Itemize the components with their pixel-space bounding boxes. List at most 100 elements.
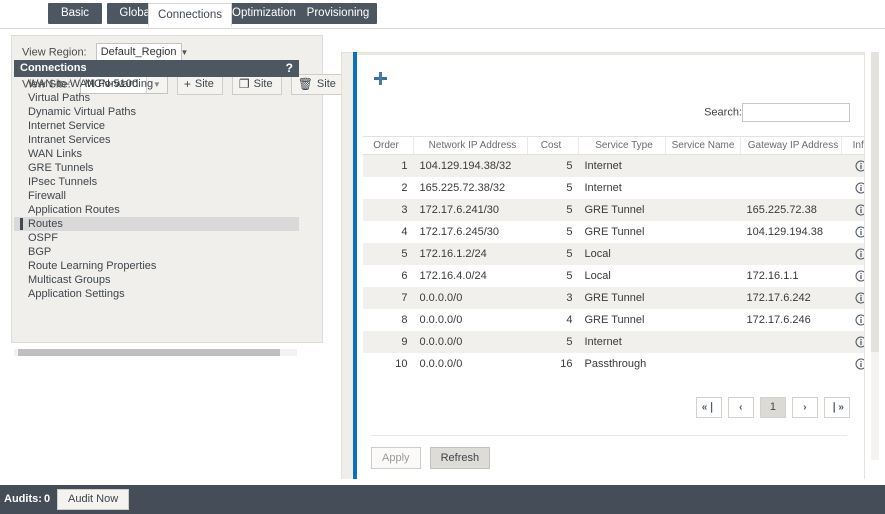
audits-count: 0 [44, 493, 51, 505]
cell-gateway-ip: 172.17.6.246 [740, 309, 842, 331]
sidebar-item-label: WAN-to-WAN Forwarding [28, 78, 154, 90]
scrollbar-thumb[interactable] [18, 349, 280, 356]
routes-card: Search: Order Network IP Address Cost Se… [357, 54, 865, 482]
table-row[interactable]: 10 0.0.0.0/0 16 Passthrough [363, 353, 864, 375]
search-row: Search: [704, 103, 850, 122]
info-icon[interactable] [855, 248, 864, 260]
sidebar-item-virtual-paths[interactable]: Virtual Paths [14, 91, 299, 105]
sidebar-item-internet-service[interactable]: Internet Service [14, 119, 299, 133]
cell-service-name [665, 221, 741, 243]
sidebar-item-ipsec-tunnels[interactable]: IPsec Tunnels [14, 175, 299, 189]
cell-service-name [665, 199, 741, 221]
sidebar-item-gre-tunnels[interactable]: GRE Tunnels [14, 161, 299, 175]
column-header-order[interactable]: Order [363, 136, 414, 155]
cell-network-ip: 172.17.6.245/30 [413, 221, 528, 243]
column-header-service-name[interactable]: Service Name [665, 136, 741, 155]
sidebar-item-wan-links[interactable]: WAN Links [14, 147, 299, 161]
cell-network-ip: 172.16.1.2/24 [413, 243, 528, 265]
chevron-down-icon: ▼ [180, 48, 189, 57]
cell-order: 4 [363, 221, 414, 243]
page-vertical-scrollbar[interactable] [871, 52, 879, 460]
sidebar-item-intranet-services[interactable]: Intranet Services [14, 133, 299, 147]
sidebar-item-route-learning-properties[interactable]: Route Learning Properties [14, 259, 299, 273]
routes-table-header: Order Network IP Address Cost Service Ty… [363, 136, 864, 155]
sidebar-item-bgp[interactable]: BGP [14, 245, 299, 259]
sidebar-item-routes[interactable]: Routes [14, 217, 299, 231]
sidebar-item-dynamic-virtual-paths[interactable]: Dynamic Virtual Paths [14, 105, 299, 119]
cell-order: 1 [363, 154, 414, 177]
trash-icon: 🗑 [297, 77, 313, 91]
table-row[interactable]: 8 0.0.0.0/0 4 GRE Tunnel 172.17.6.246 [363, 309, 864, 331]
routes-content-panel: Search: Order Network IP Address Cost Se… [341, 52, 869, 484]
column-header-cost[interactable]: Cost [527, 136, 579, 155]
cell-cost: 16 [527, 353, 579, 375]
cell-service-name [665, 309, 741, 331]
action-buttons-row: Apply Refresh [371, 435, 848, 469]
cell-info [841, 353, 864, 375]
table-row[interactable]: 5 172.16.1.2/24 5 Local [363, 243, 864, 265]
cell-service-type: GRE Tunnel [578, 287, 666, 309]
cell-network-ip: 165.225.72.38/32 [413, 177, 528, 199]
nav-section-header: Connections ? [14, 60, 299, 77]
cell-cost: 5 [527, 221, 579, 243]
cell-service-type: Passthrough [578, 353, 666, 375]
info-icon[interactable] [855, 292, 864, 304]
apply-button[interactable]: Apply [371, 447, 421, 469]
plus-icon [374, 72, 387, 85]
sidebar-item-firewall[interactable]: Firewall [14, 189, 299, 203]
scrollbar-thumb[interactable] [871, 52, 879, 352]
sidebar-item-application-settings[interactable]: Application Settings [14, 287, 299, 301]
info-icon[interactable] [855, 160, 864, 172]
tab-connections[interactable]: Connections [148, 3, 232, 27]
cell-service-type: GRE Tunnel [578, 199, 666, 221]
main-tab-bar: Basic Global Sites Connections Optimizat… [0, 0, 885, 29]
table-row[interactable]: 2 165.225.72.38/32 5 Internet [363, 177, 864, 199]
refresh-button[interactable]: Refresh [429, 447, 491, 469]
audits-label: Audits: [4, 493, 42, 505]
tab-provisioning[interactable]: Provisioning [299, 3, 377, 24]
column-header-gateway-ip[interactable]: Gateway IP Address [740, 136, 842, 155]
info-icon[interactable] [855, 358, 864, 370]
cell-service-name [665, 154, 741, 177]
cell-network-ip: 0.0.0.0/0 [413, 353, 528, 375]
sidebar-item-label: BGP [28, 246, 52, 258]
table-row[interactable]: 6 172.16.4.0/24 5 Local 172.16.1.1 [363, 265, 864, 287]
table-row[interactable]: 3 172.17.6.241/30 5 GRE Tunnel 165.225.72.38 [363, 199, 864, 221]
tab-basic[interactable]: Basic [48, 3, 102, 24]
sidebar-item-label: Intranet Services [28, 134, 111, 146]
help-icon[interactable]: ? [286, 60, 293, 77]
left-panel-horizontal-scrollbar[interactable] [14, 349, 297, 356]
pagination-first-button[interactable]: «❘ [695, 397, 722, 418]
cell-cost: 5 [527, 154, 579, 177]
pagination-page-1[interactable]: 1 [759, 397, 786, 418]
search-input[interactable] [742, 103, 850, 122]
sidebar-item-application-routes[interactable]: Application Routes [14, 203, 299, 217]
pagination-next-button[interactable]: › [791, 397, 818, 418]
info-icon[interactable] [855, 270, 864, 282]
column-header-service-type[interactable]: Service Type [578, 136, 666, 155]
audit-now-button[interactable]: Audit Now [57, 489, 130, 510]
sidebar-item-ospf[interactable]: OSPF [14, 231, 299, 245]
cell-info [841, 243, 864, 265]
cell-cost: 5 [527, 177, 579, 199]
cell-gateway-ip [740, 154, 842, 177]
cell-network-ip: 172.17.6.241/30 [413, 199, 528, 221]
info-icon[interactable] [855, 336, 864, 348]
tab-optimization[interactable]: Optimization [225, 3, 303, 24]
table-row[interactable]: 4 172.17.6.245/30 5 GRE Tunnel 104.129.194.3… [363, 221, 864, 243]
info-icon[interactable] [855, 226, 864, 238]
cell-cost: 5 [527, 199, 579, 221]
table-row[interactable]: 9 0.0.0.0/0 5 Internet [363, 331, 864, 353]
info-icon[interactable] [855, 182, 864, 194]
table-row[interactable]: 1 104.129.194.38/32 5 Internet [363, 154, 864, 177]
pagination-prev-button[interactable]: ‹ [727, 397, 754, 418]
add-route-button[interactable] [373, 71, 389, 87]
sidebar-item-wan-to-wan-forwarding[interactable]: WAN-to-WAN Forwarding [14, 77, 299, 91]
sidebar-item-multicast-groups[interactable]: Multicast Groups [14, 273, 299, 287]
info-icon[interactable] [855, 314, 864, 326]
cell-order: 10 [363, 353, 414, 375]
pagination-last-button[interactable]: ❘» [824, 397, 850, 418]
info-icon[interactable] [855, 204, 864, 216]
table-row[interactable]: 7 0.0.0.0/0 3 GRE Tunnel 172.17.6.242 [363, 287, 864, 309]
column-header-network-ip[interactable]: Network IP Address [413, 136, 528, 155]
